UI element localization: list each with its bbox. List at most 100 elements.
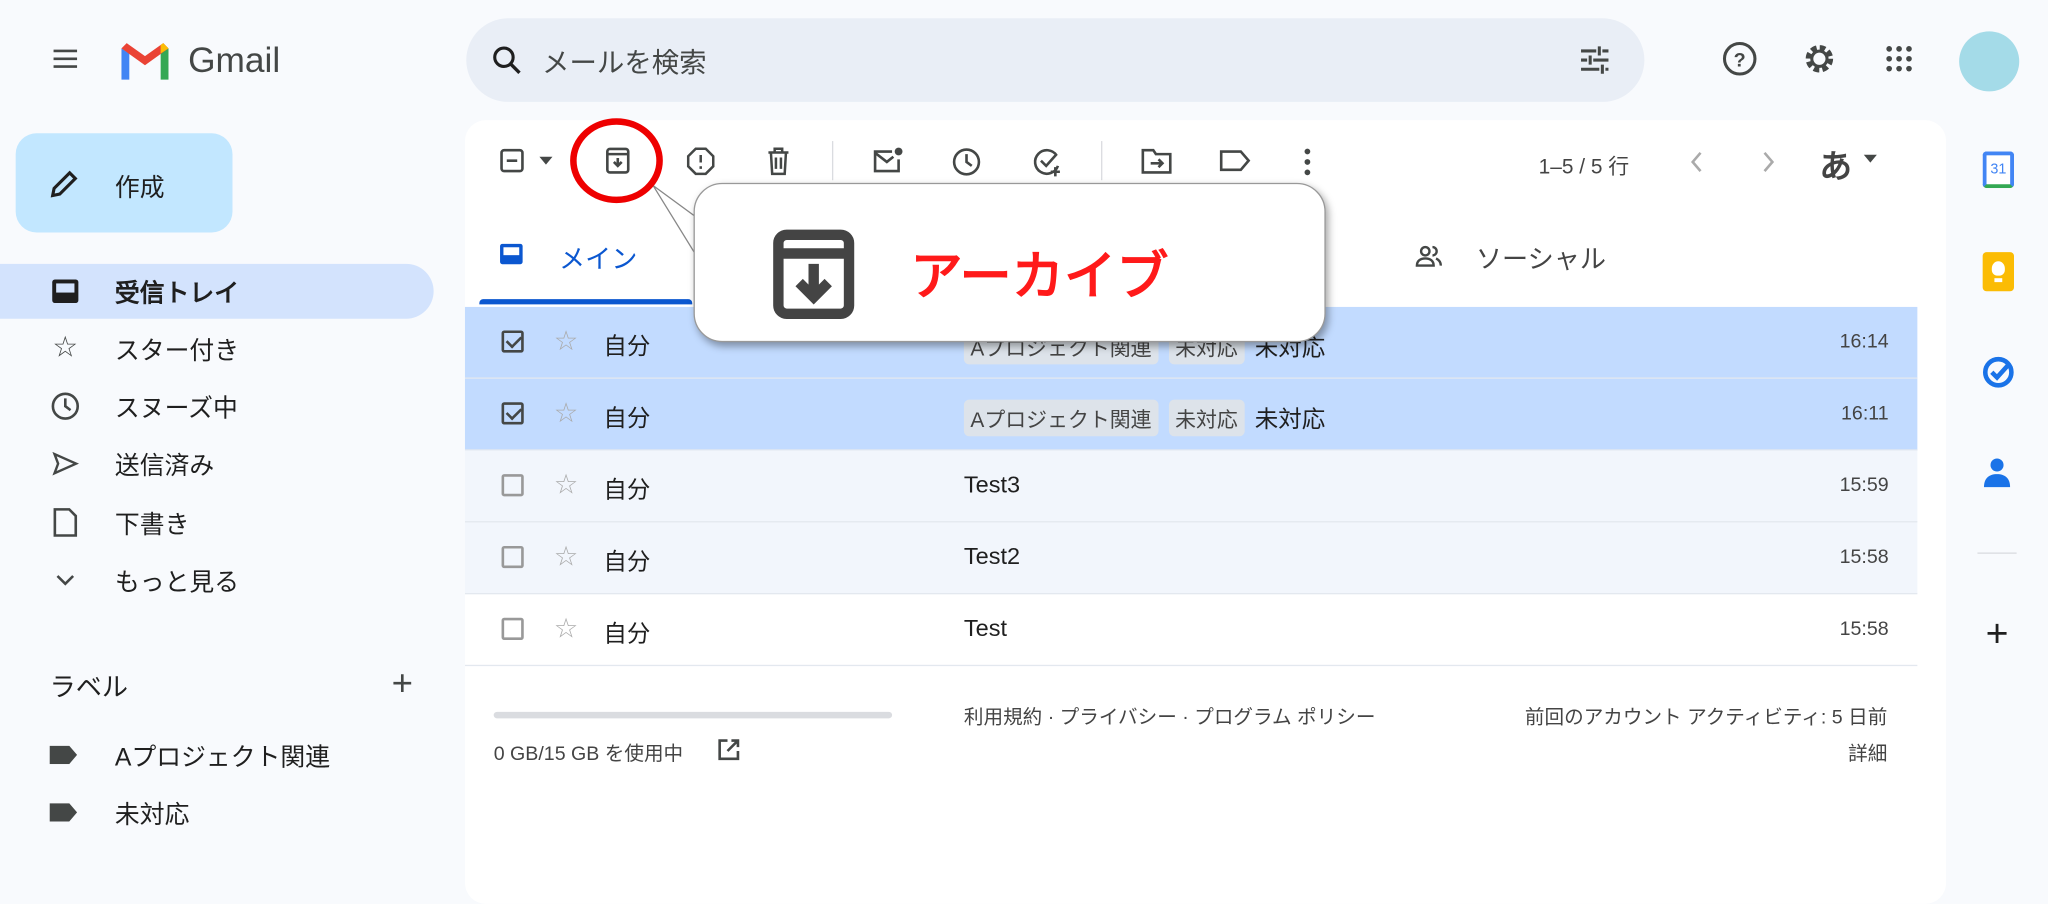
open-in-new-icon[interactable] (716, 737, 742, 763)
search-options-icon[interactable] (1576, 42, 1613, 79)
input-tools-button[interactable]: あ (1819, 141, 1852, 188)
label-tag-icon (50, 746, 79, 764)
compose-button[interactable]: 作成 (16, 133, 233, 232)
archive-icon-large (771, 229, 857, 320)
archive-icon[interactable] (605, 146, 631, 175)
labels-heading: ラベル (50, 666, 128, 704)
gmail-m-icon (118, 39, 173, 81)
account-avatar[interactable] (1959, 31, 2019, 91)
subject: Test (964, 615, 1007, 642)
gmail-logo[interactable]: Gmail (118, 39, 281, 81)
subject: Test2 (964, 543, 1020, 570)
label-icon[interactable] (1219, 149, 1252, 173)
google-keep-icon[interactable] (1983, 252, 2014, 291)
toolbar-divider (832, 141, 833, 180)
mark-as-unread-icon[interactable] (872, 146, 903, 175)
people-icon (1415, 242, 1444, 271)
google-calendar-icon[interactable]: 31 (1983, 152, 2014, 189)
subject-line: Test (964, 615, 1007, 642)
star-icon[interactable]: ☆ (554, 325, 579, 358)
add-to-tasks-icon[interactable] (1031, 145, 1065, 179)
google-tasks-icon[interactable] (1981, 355, 2015, 389)
sidebar-item-sent[interactable]: 送信済み (0, 436, 434, 491)
star-icon[interactable]: ☆ (554, 397, 579, 430)
input-tools-dropdown-icon[interactable] (1862, 153, 1878, 165)
star-icon: ☆ (50, 332, 81, 363)
inbox-icon (499, 242, 524, 267)
star-icon[interactable]: ☆ (554, 469, 579, 502)
sender: 自分 (603, 328, 650, 362)
search-icon[interactable] (490, 43, 524, 77)
activity-details-link[interactable]: 詳細 (1848, 739, 1887, 766)
label-chip[interactable]: Aプロジェクト関連 (964, 400, 1158, 437)
storage-usage: 0 GB/15 GB を使用中 (494, 739, 683, 766)
search-bar[interactable]: メールを検索 (466, 18, 1644, 102)
chevron-left-icon[interactable] (1686, 149, 1707, 175)
svg-text:?: ? (1734, 49, 1746, 71)
rail-divider (1977, 552, 2016, 553)
search-input[interactable]: メールを検索 (542, 42, 707, 81)
tab-social[interactable]: ソーシャル (1411, 209, 1698, 304)
sidebar-item-snoozed[interactable]: スヌーズ中 (0, 379, 434, 434)
sender: 自分 (603, 472, 650, 506)
snooze-clock-icon[interactable] (951, 146, 982, 177)
row-checkbox[interactable] (502, 330, 524, 352)
report-spam-icon[interactable] (686, 146, 716, 176)
label-chip[interactable]: 未対応 (1169, 400, 1245, 437)
sender: 自分 (603, 615, 650, 649)
label-item[interactable]: Aプロジェクト関連 (0, 727, 434, 782)
sender: 自分 (603, 543, 650, 577)
last-activity: 前回のアカウント アクティビティ: 5 日前 (1525, 703, 1887, 730)
email-row[interactable]: ☆ 自分 Test3 15:59 (465, 451, 1917, 523)
get-addons-plus-icon[interactable]: + (1981, 619, 2012, 650)
time: 15:59 (1840, 474, 1889, 496)
add-label-icon[interactable]: + (388, 669, 417, 698)
select-all-checkbox-icon[interactable] (499, 148, 525, 174)
chevron-down-icon (54, 568, 78, 592)
callout-label: アーカイブ (910, 234, 1168, 310)
row-checkbox[interactable] (502, 546, 524, 568)
sidebar-item-more[interactable]: もっと見る (0, 552, 434, 607)
footer-policy-links[interactable]: 利用規約 · プライバシー · プログラム ポリシー (964, 703, 1376, 730)
sidebar-item-inbox[interactable]: 受信トレイ (0, 264, 434, 319)
storage-bar (494, 712, 892, 719)
app-name: Gmail (188, 40, 280, 80)
star-icon[interactable]: ☆ (554, 613, 579, 646)
subject-line: Test2 (964, 543, 1020, 570)
subject-line: Test3 (964, 472, 1020, 499)
row-checkbox[interactable] (502, 402, 524, 424)
delete-trash-icon[interactable] (764, 146, 793, 176)
google-contacts-icon[interactable] (1983, 456, 2012, 490)
label-item[interactable]: 未対応 (0, 785, 434, 840)
help-icon[interactable]: ? (1721, 40, 1758, 77)
settings-gear-icon[interactable] (1801, 40, 1838, 77)
archive-callout: アーカイブ (694, 183, 1326, 342)
main-menu-icon[interactable] (47, 43, 84, 74)
inbox-icon (51, 278, 80, 304)
apps-grid-icon[interactable] (1882, 42, 1916, 76)
send-icon (51, 449, 80, 478)
move-to-folder-icon[interactable] (1140, 148, 1173, 175)
sidebar-item-drafts[interactable]: 下書き (0, 495, 434, 550)
chevron-right-icon[interactable] (1758, 149, 1779, 175)
time: 15:58 (1840, 546, 1889, 568)
email-row[interactable]: ☆ 自分 Aプロジェクト関連未対応未対応 16:11 (465, 379, 1917, 451)
email-row[interactable]: ☆ 自分 Test2 15:58 (465, 522, 1917, 594)
pencil-icon (47, 167, 81, 201)
subject: 未対応 (1255, 401, 1326, 435)
pagination-label: 1–5 / 5 行 (1539, 149, 1630, 180)
time: 16:11 (1841, 402, 1889, 424)
tab-main[interactable]: メイン (479, 209, 692, 304)
row-checkbox[interactable] (502, 618, 524, 640)
email-row[interactable]: ☆ 自分 Test 15:58 (465, 594, 1917, 666)
label-tag-icon (50, 803, 79, 821)
select-dropdown-icon[interactable] (538, 154, 554, 167)
more-options-icon[interactable] (1300, 146, 1316, 177)
sender: 自分 (603, 400, 650, 434)
sidebar-item-starred[interactable]: ☆ スター付き (0, 321, 434, 376)
time: 16:14 (1840, 330, 1889, 352)
clock-icon (50, 391, 81, 422)
row-checkbox[interactable] (502, 474, 524, 496)
star-icon[interactable]: ☆ (554, 541, 579, 574)
compose-label: 作成 (115, 168, 165, 203)
